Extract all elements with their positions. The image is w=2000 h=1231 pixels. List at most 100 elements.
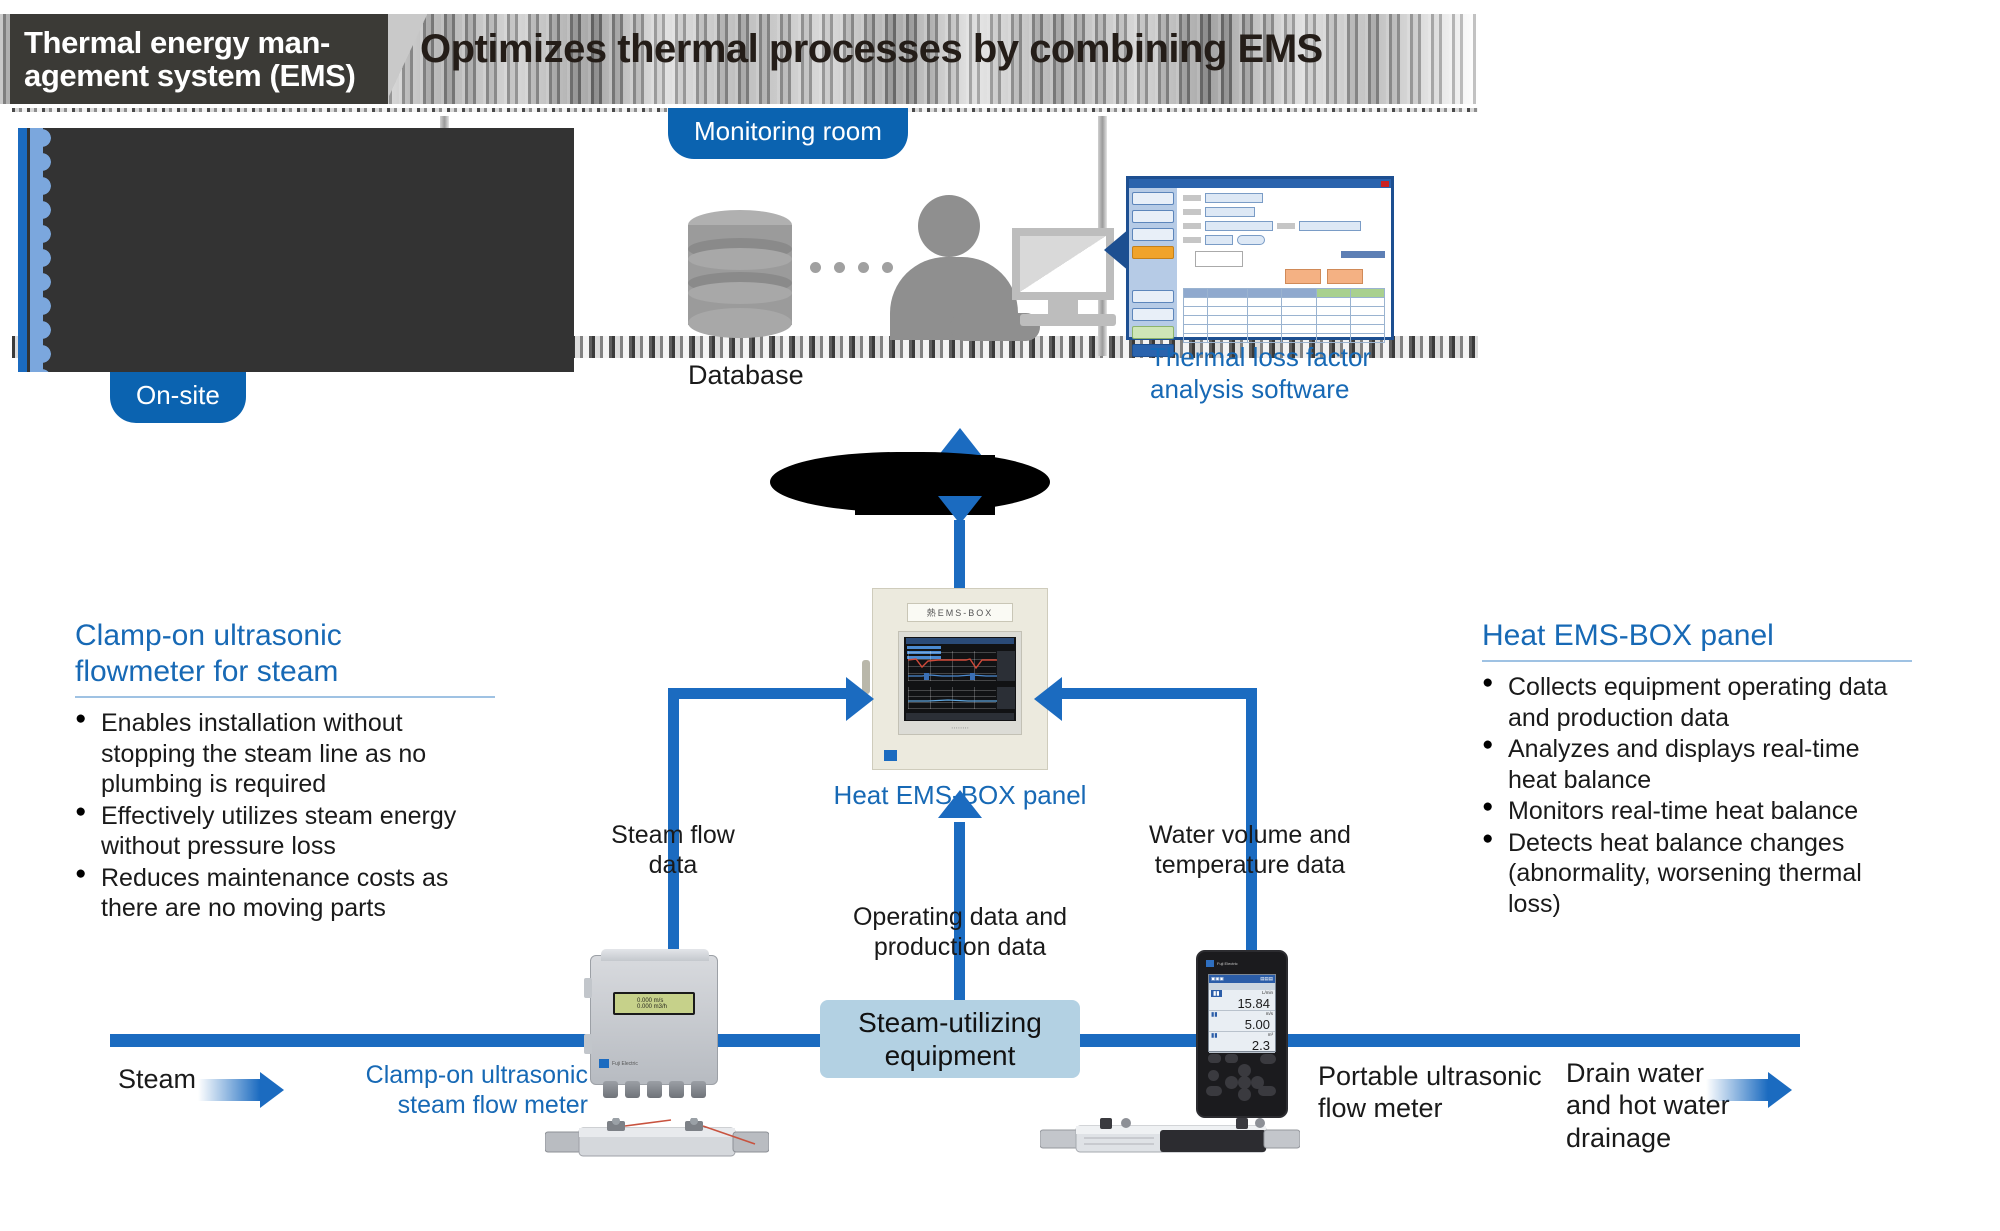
feature-block-left: Clamp-on ultrasonic flowmeter for steam … [75,618,495,925]
ems-box-screen-frame: ▪ ▪ ▪ ▪ ▪ ▪ ▪ ▪ [898,631,1022,735]
key-down[interactable] [1238,1088,1251,1101]
clamp-on-converter-device[interactable]: 0.000 m/s 0.000 m3/h Fuji Electric [584,949,718,1098]
converter-lcd-screen: 0.000 m/s 0.000 m3/h [615,994,693,1013]
portable-meter-screen[interactable]: ▣▣▣ ▤▤▤ ▮▮ L/min 15.84 ▮▮ m/s 5.00 ▮▮ m³ … [1208,974,1276,1053]
cable-gland-5 [691,1081,706,1098]
drain-outlet-arrow [1706,1072,1806,1108]
cable-gland-1 [603,1081,618,1098]
key-f1[interactable] [1208,1054,1221,1063]
steam-inlet-arrow [198,1072,288,1108]
database-icon [688,210,792,338]
ems-trend-blue [908,673,1004,680]
water-data-line1: Water volume and [1149,821,1351,849]
portable-meter-brand: Fuji Electric [1206,960,1238,967]
data-link-dots [810,262,893,273]
converter-lcd-bezel: 0.000 m/s 0.000 m3/h [613,992,695,1015]
converter-brand-logo: Fuji Electric [599,1059,638,1068]
sidebar-button-2[interactable] [1132,210,1174,223]
sidebar-button-6[interactable] [1132,308,1174,321]
ems-box-device[interactable]: 熱EMS-BOX ▪ ▪ ▪ ▪ ▪ ▪ ▪ ▪ [872,588,1048,770]
portable-meter-row-2: ▮▮ m/s 5.00 [1209,1011,1275,1032]
sidebar-button-3[interactable] [1132,228,1174,241]
feature-left-bullet-3: Reduces maintenance costs as there are n… [75,862,495,924]
portable-meter-statusbar: ▣▣▣ ▤▤▤ [1209,975,1275,983]
portable-meter-caption: Portable ultrasonic flow meter [1318,1060,1558,1125]
ems-box-nameplate: 熱EMS-BOX [907,603,1013,622]
converter-caption-line1: Clamp-on ultrasonic [365,1061,588,1089]
converter-hinge-bottom [584,1034,592,1054]
steam-data-arrow [846,677,874,721]
operating-data-arrow [938,790,982,818]
sidebar-button-5[interactable] [1132,290,1174,303]
feature-left-divider [75,696,495,698]
ems-box-brand-mark [884,750,897,761]
portable-meter-row3-value: 2.3 [1251,1038,1270,1053]
converter-top-cover [601,949,709,961]
header-title-line1: Thermal energy man- [24,24,330,60]
feature-left-title-line1: Clamp-on ultrasonic [75,619,342,652]
key-left[interactable] [1225,1076,1238,1089]
key-power[interactable] [1208,1070,1219,1081]
cable-gland-2 [625,1081,640,1098]
steam-flow-data-line2: data [648,851,698,879]
portable-meter-row-1: ▮▮ L/min 15.84 [1209,990,1275,1011]
cable-gland-3 [647,1081,662,1098]
converter-hinge-top [584,978,592,998]
analysis-software-window[interactable] [1126,176,1394,357]
steam-flow-data-line1: Steam flow [611,821,735,849]
sidebar-button-1[interactable] [1132,192,1174,205]
cable-gland-4 [669,1081,684,1098]
feature-right-bullet-1: Collects equipment operating data and pr… [1482,671,1912,733]
database-label: Database [688,360,804,390]
key-esc[interactable] [1206,1086,1222,1096]
drain-label-line3: drainage [1566,1122,1672,1153]
operating-data-label: Operating data and production data [830,902,1090,962]
sidebar-button-active[interactable] [1132,246,1174,259]
feature-left-bullet-2: Effectively utilizes steam energy withou… [75,800,495,862]
portable-meter-keypad[interactable] [1198,1054,1286,1108]
portable-meter-row-3: ▮▮ m³ 2.3 [1209,1032,1275,1053]
transmission-line-lower [954,520,965,590]
feature-left-bullet-1: Enables installation without stopping th… [75,707,495,800]
software-data-table [1182,288,1386,343]
portable-flow-meter-device[interactable]: Fuji Electric ▣▣▣ ▤▤▤ ▮▮ L/min 15.84 ▮▮ m… [1196,950,1288,1118]
key-f2[interactable] [1225,1054,1238,1063]
steam-flow-data-label: Steam flow data [578,820,768,880]
steam-inlet-label: Steam [118,1064,197,1094]
portable-meter-row1-value: 15.84 [1237,996,1270,1011]
water-data-line2: temperature data [1154,851,1346,879]
software-sidebar[interactable] [1129,188,1177,357]
redacted-scallop-edge [42,128,56,372]
equipment-label-line2: equipment [884,1040,1016,1071]
redacted-region-left [18,128,574,372]
water-data-arrow [1034,677,1062,721]
water-data-line-horizontal [1062,688,1257,699]
key-right[interactable] [1251,1076,1264,1089]
ems-box-screen[interactable] [904,637,1016,721]
steam-utilizing-equipment-box: Steam-utilizing equipment [820,1000,1080,1078]
header-title-line2: agement system (EMS) [24,58,356,93]
software-titlebar [1129,179,1391,188]
converter-caption: Clamp-on ultrasonic steam flow meter [358,1060,588,1120]
header-tagline: Optimizes thermal processes by combining… [420,27,1323,71]
ems-trend-lower [908,699,1004,702]
feature-right-bullet-4: Detects heat balance changes (abnormalit… [1482,827,1912,920]
equipment-label-line1: Steam-utilizing [858,1006,1042,1038]
software-caption: Thermal loss factor analysis software [1150,342,1410,405]
sidebar-button-7[interactable] [1132,326,1174,339]
operator-icon [890,195,1040,341]
zone-badge-monitoring-room: Monitoring room [668,108,908,159]
clamp-on-sensor-assembly [544,1117,770,1162]
steam-data-line-horizontal [668,688,858,699]
feature-left-title-line2: flowmeter for steam [75,655,339,688]
key-enter[interactable] [1260,1054,1276,1064]
feature-left-bullets: Enables installation without stopping th… [75,707,495,924]
feature-block-right: Heat EMS-BOX panel Collects equipment op… [1482,618,1912,920]
portable-meter-caption-line2: flow meter [1318,1093,1443,1124]
feature-right-divider [1482,660,1912,662]
software-main-area [1177,188,1391,343]
feature-right-bullets: Collects equipment operating data and pr… [1482,671,1912,920]
water-data-label: Water volume and temperature data [1130,820,1370,880]
converter-caption-line2: steam flow meter [397,1091,588,1119]
portable-sensor-assembly [1039,1118,1301,1158]
